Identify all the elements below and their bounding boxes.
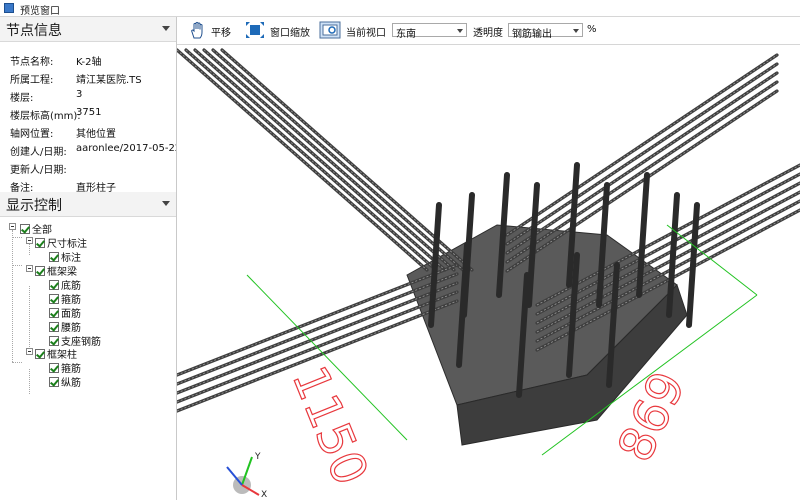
hand-icon <box>191 21 203 39</box>
info-value: 3 <box>76 89 83 100</box>
info-value: 3751 <box>76 107 102 118</box>
tree-node-leaf[interactable]: 箍筋 <box>49 291 81 306</box>
info-row: 楼层: 3 <box>0 87 176 104</box>
info-key: 节点名称: <box>10 57 54 68</box>
rebar-scene[interactable]: 1150 869YX <box>177 45 800 500</box>
info-row: 轴网位置: 其他位置 <box>0 123 176 140</box>
collapse-caret-icon[interactable] <box>162 201 170 206</box>
checkbox[interactable] <box>49 335 59 346</box>
tree-node-root[interactable]: 全部 <box>20 221 52 236</box>
info-key: 楼层: <box>10 93 34 104</box>
checkbox[interactable] <box>49 307 59 318</box>
node-info-header[interactable]: 节点信息 <box>0 17 176 42</box>
info-value: 靖江某医院.TS <box>76 75 142 86</box>
node-info-title: 节点信息 <box>6 23 62 39</box>
pan-label: 平移 <box>211 28 231 39</box>
current-view-value: 东南 <box>396 29 416 40</box>
info-key: 创建人/日期: <box>10 147 67 158</box>
pan-button[interactable]: 平移 <box>189 21 239 39</box>
info-row: 楼层标高(mm): 3751 <box>0 105 176 122</box>
collapse-toggle-icon[interactable] <box>26 237 33 244</box>
info-row: 所属工程: 靖江某医院.TS <box>0 69 176 86</box>
tree-node-group[interactable]: 框架柱 <box>35 346 77 361</box>
3d-viewport[interactable]: 1150 869 Y X <box>177 45 800 500</box>
zoom-window-icon <box>246 22 264 38</box>
checkbox[interactable] <box>35 265 45 276</box>
checkbox[interactable] <box>49 376 59 387</box>
info-row: 创建人/日期: aaronlee/2017-05-22 09:4 <box>0 141 176 158</box>
checkbox[interactable] <box>35 348 45 359</box>
axis-x-label: X <box>261 490 267 500</box>
transparency-label: 透明度 <box>473 28 503 39</box>
collapse-toggle-icon[interactable] <box>9 223 16 230</box>
chevron-down-icon <box>457 29 463 33</box>
dimension-guide <box>666 224 758 296</box>
checkbox[interactable] <box>35 237 45 248</box>
left-panel: 节点信息 节点名称: K-2轴 所属工程: 靖江某医院.TS 楼层: 3 楼层标高(m… <box>0 17 177 500</box>
tree-node-leaf[interactable]: 支座钢筋 <box>49 333 101 348</box>
transparency-value: 钢筋输出 <box>512 29 552 40</box>
tree-node-group[interactable]: 框架梁 <box>35 263 77 278</box>
checkbox[interactable] <box>49 293 59 304</box>
info-value: 其他位置 <box>76 129 116 140</box>
info-key: 所属工程: <box>10 75 54 86</box>
info-key: 更新人/日期: <box>10 165 67 176</box>
app-icon <box>4 3 14 13</box>
info-row: 备注: 直形柱子 <box>0 177 176 194</box>
display-control-header[interactable]: 显示控制 <box>0 192 176 217</box>
viewport-icon <box>319 21 341 39</box>
display-control-title: 显示控制 <box>6 198 62 214</box>
window-zoom-button[interactable]: 窗口缩放 <box>245 21 325 39</box>
dimension-label: 1150 <box>281 359 379 493</box>
node-info-panel: 节点名称: K-2轴 所属工程: 靖江某医院.TS 楼层: 3 楼层标高(mm): 37… <box>0 42 176 194</box>
collapse-caret-icon[interactable] <box>162 26 170 31</box>
window-title: 预览窗口 <box>20 6 60 17</box>
tree-node-leaf[interactable]: 标注 <box>49 249 81 264</box>
tree-node-leaf[interactable]: 纵筋 <box>49 374 81 389</box>
checkbox[interactable] <box>20 223 30 234</box>
axis-y-label: Y <box>254 452 261 462</box>
checkbox[interactable] <box>49 279 59 290</box>
viewer-toolbar: 平移 窗口缩放 当前视口 东南 透明度 钢筋输出 % <box>177 17 800 45</box>
collapse-toggle-icon[interactable] <box>26 265 33 272</box>
checkbox[interactable] <box>49 251 59 262</box>
current-view-label: 当前视口 <box>346 28 386 39</box>
checkbox[interactable] <box>49 321 59 332</box>
tree-node-leaf[interactable]: 面筋 <box>49 305 81 320</box>
checkbox[interactable] <box>49 362 59 373</box>
info-row: 节点名称: K-2轴 <box>0 51 176 68</box>
tree-node-group[interactable]: 尺寸标注 <box>35 235 87 250</box>
info-row: 更新人/日期: <box>0 159 176 176</box>
tree-node-leaf[interactable]: 腰筋 <box>49 319 81 334</box>
tree-node-leaf[interactable]: 箍筋 <box>49 360 81 375</box>
zoom-window-label: 窗口缩放 <box>270 28 310 39</box>
tree-node-leaf[interactable]: 底筋 <box>49 277 81 292</box>
window-titlebar: 预览窗口 <box>0 0 800 17</box>
percent-sign: % <box>587 24 597 35</box>
info-key: 楼层标高(mm): <box>10 111 81 122</box>
current-view-select[interactable]: 东南 <box>392 23 467 40</box>
info-key: 轴网位置: <box>10 129 54 140</box>
info-value: K-2轴 <box>76 57 102 68</box>
transparency-select[interactable]: 钢筋输出 <box>508 23 583 40</box>
chevron-down-icon <box>573 29 579 33</box>
view-button[interactable] <box>319 21 343 39</box>
info-value: aaronlee/2017-05-22 09:4 <box>76 143 176 154</box>
collapse-toggle-icon[interactable] <box>26 348 33 355</box>
